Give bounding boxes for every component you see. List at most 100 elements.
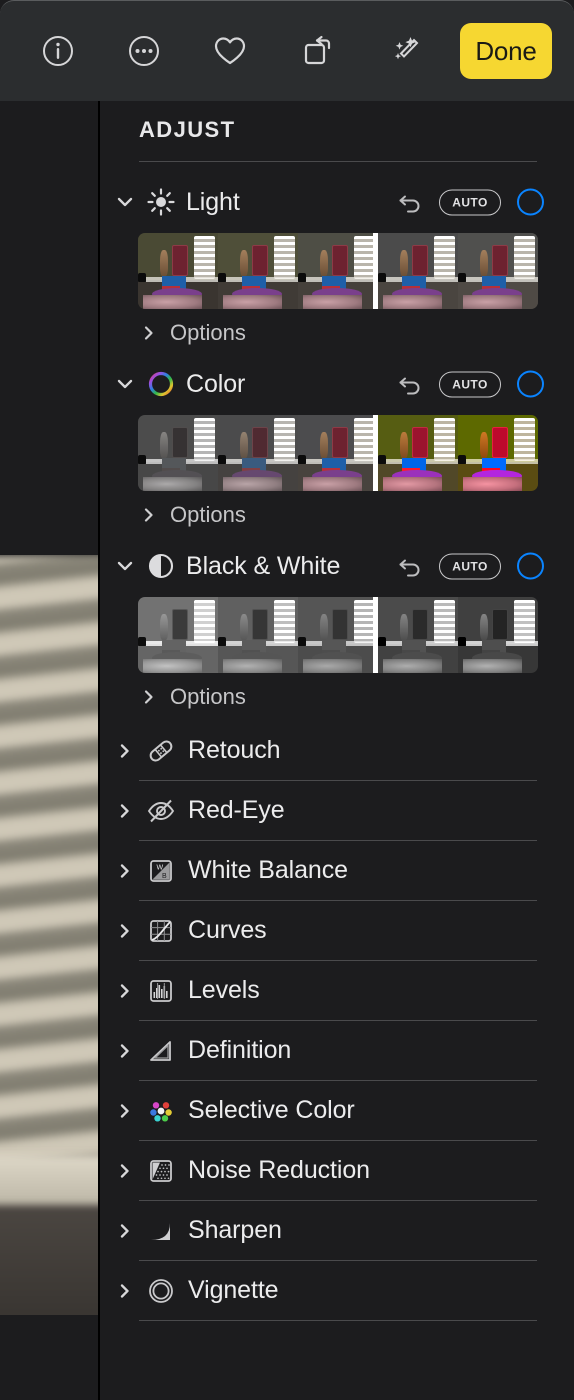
thumbnail-strip-color[interactable] [138, 415, 538, 491]
thumbnail-item[interactable] [378, 233, 458, 309]
thumbnail-item[interactable] [458, 233, 538, 309]
thumbnail-strip-light[interactable] [138, 233, 538, 309]
options-row-light[interactable]: Options [100, 309, 574, 357]
section-row-definition[interactable]: Definition [100, 1021, 574, 1080]
color-wheel-icon [144, 367, 178, 401]
info-button[interactable] [30, 23, 86, 79]
sun-icon [144, 185, 178, 219]
section-row-vignette[interactable]: Vignette [100, 1261, 574, 1320]
chevron-right-icon[interactable] [112, 1038, 138, 1064]
section-header-black-and-white[interactable]: Black & White AUTO [100, 539, 574, 593]
chevron-right-icon[interactable] [112, 1158, 138, 1184]
section-row-curves[interactable]: Curves [100, 901, 574, 960]
enhance-button[interactable] [378, 23, 434, 79]
chevron-down-icon[interactable] [112, 553, 138, 579]
options-label: Options [170, 684, 246, 709]
top-toolbar: Done [0, 0, 574, 101]
section-row-noise-reduction[interactable]: Noise Reduction [100, 1141, 574, 1200]
photo-preview-image [0, 555, 98, 1315]
thumbnail-item[interactable] [298, 415, 378, 491]
section-label-levels: Levels [188, 976, 260, 1004]
toggle-color[interactable] [517, 370, 544, 398]
reset-icon[interactable] [397, 189, 423, 215]
reset-icon[interactable] [397, 371, 423, 397]
thumbnail-item[interactable] [218, 233, 298, 309]
more-button[interactable] [116, 23, 172, 79]
section-row-red-eye[interactable]: Red-Eye [100, 781, 574, 840]
section-header-color[interactable]: Color AUTO [100, 357, 574, 411]
window-blinds [0, 555, 98, 1187]
chevron-down-icon[interactable] [112, 189, 138, 215]
chevron-right-icon[interactable] [112, 798, 138, 824]
chevron-right-icon[interactable] [112, 918, 138, 944]
section-label-color: Color [186, 369, 246, 398]
thumbnail-item[interactable] [138, 415, 218, 491]
thumbnail-item[interactable] [298, 597, 378, 673]
thumbnail-item[interactable] [138, 597, 218, 673]
options-row-black-and-white[interactable]: Options [100, 673, 574, 721]
thumbnail-item[interactable] [378, 415, 458, 491]
thumbnail-item[interactable] [138, 233, 218, 309]
more-icon [129, 36, 159, 66]
auto-button-light[interactable]: AUTO [439, 189, 501, 215]
thumbnail-item[interactable] [458, 597, 538, 673]
chevron-right-icon[interactable] [112, 738, 138, 764]
favorite-button[interactable] [202, 23, 258, 79]
reset-icon[interactable] [397, 553, 423, 579]
section-header-light[interactable]: Light AUTO [100, 175, 574, 229]
section-row-white-balance[interactable]: W B White Balance [100, 841, 574, 900]
vignette-icon [144, 1274, 178, 1308]
chevron-down-icon[interactable] [112, 371, 138, 397]
chevron-right-icon[interactable] [138, 322, 160, 344]
heart-icon [214, 37, 246, 65]
section-label-retouch: Retouch [188, 736, 281, 764]
chevron-right-icon[interactable] [112, 978, 138, 1004]
chevron-right-icon[interactable] [112, 1278, 138, 1304]
thumbnail-strip-black-and-white[interactable] [138, 597, 538, 673]
auto-button-color[interactable]: AUTO [439, 371, 501, 397]
section-controls-color: AUTO [397, 370, 544, 398]
chevron-right-icon[interactable] [112, 1098, 138, 1124]
auto-button-black-and-white[interactable]: AUTO [439, 553, 501, 579]
thumbnail-item[interactable] [458, 415, 538, 491]
section-controls-black-and-white: AUTO [397, 552, 544, 580]
section-label-curves: Curves [188, 916, 267, 944]
info-icon [43, 36, 73, 66]
section-row-sharpen[interactable]: Sharpen [100, 1201, 574, 1260]
chevron-right-icon[interactable] [112, 858, 138, 884]
section-row-levels[interactable]: Levels [100, 961, 574, 1020]
thumbnail-item[interactable] [298, 233, 378, 309]
section-row-retouch[interactable]: Retouch [100, 721, 574, 780]
section-label-selective-color: Selective Color [188, 1096, 355, 1124]
options-row-color[interactable]: Options [100, 491, 574, 539]
section-label-white-balance: White Balance [188, 856, 348, 884]
panel-title: ADJUST [139, 117, 236, 142]
section-label-red-eye: Red-Eye [188, 796, 285, 824]
toggle-light[interactable] [517, 188, 544, 216]
selective-color-icon [144, 1094, 178, 1128]
floor-area [0, 1205, 98, 1315]
chevron-right-icon[interactable] [138, 686, 160, 708]
options-label: Options [170, 320, 246, 345]
section-row-selective-color[interactable]: Selective Color [100, 1081, 574, 1140]
toggle-black-and-white[interactable] [517, 552, 544, 580]
sharpen-icon [144, 1214, 178, 1248]
svg-text:B: B [162, 873, 167, 880]
row-divider [139, 1320, 537, 1321]
photo-preview-strip [0, 101, 98, 1400]
chevron-right-icon[interactable] [138, 504, 160, 526]
thumbnail-item[interactable] [378, 597, 458, 673]
rotate-button[interactable] [290, 23, 346, 79]
half-circle-icon [144, 549, 178, 583]
done-button[interactable]: Done [460, 23, 552, 79]
thumbnail-item[interactable] [218, 597, 298, 673]
white-balance-icon: W B [144, 854, 178, 888]
svg-text:W: W [157, 864, 164, 871]
curves-icon [144, 914, 178, 948]
section-label-definition: Definition [188, 1036, 292, 1064]
section-label-vignette: Vignette [188, 1276, 279, 1304]
adjust-sections: Light AUTO Options Color AUTO Options Bl… [100, 175, 574, 1321]
levels-icon [144, 974, 178, 1008]
thumbnail-item[interactable] [218, 415, 298, 491]
chevron-right-icon[interactable] [112, 1218, 138, 1244]
